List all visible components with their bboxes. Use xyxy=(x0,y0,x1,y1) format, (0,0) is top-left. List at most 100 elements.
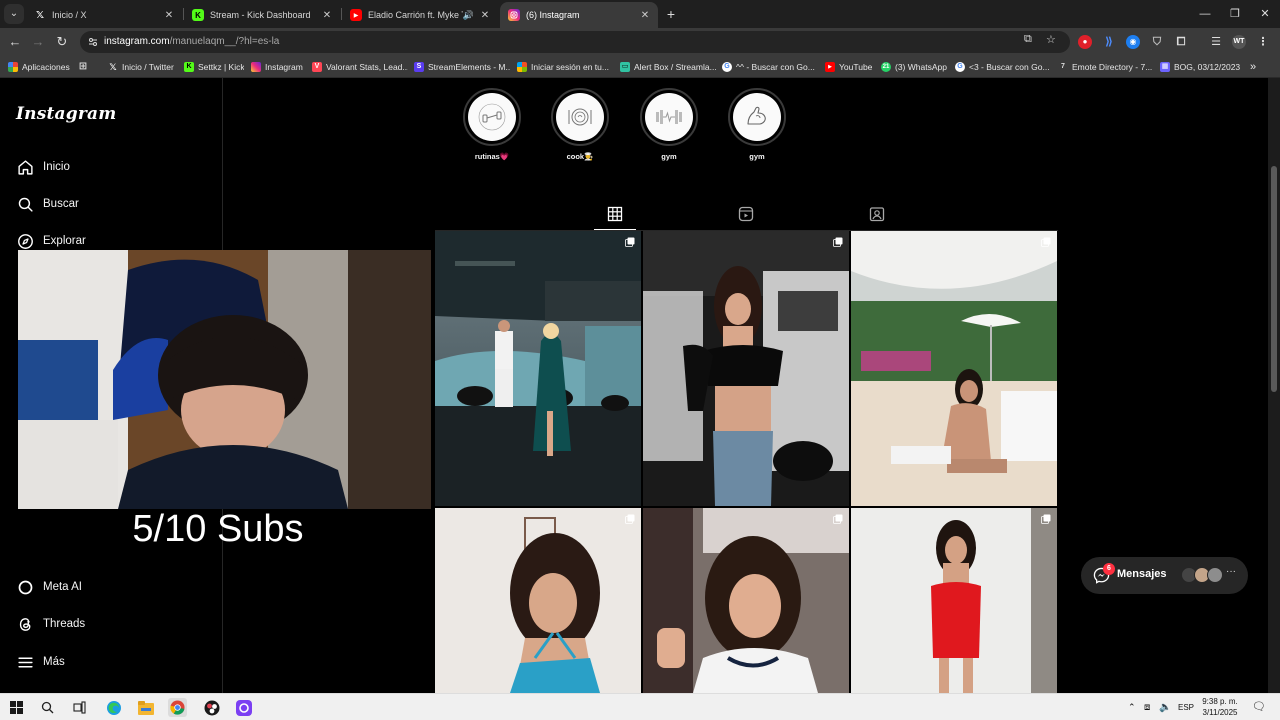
close-tab-icon[interactable]: ✕ xyxy=(162,10,176,21)
browser-tab-instagram[interactable]: (6) Instagram ✕ xyxy=(500,2,658,28)
tab-title: (6) Instagram xyxy=(526,10,580,20)
bookmark-bog[interactable]: ▦ BOG, 03/12/2023 xyxy=(1160,59,1240,75)
address-bar[interactable]: instagram.com/manuelaqm__/?hl=es-la xyxy=(80,31,1070,53)
bookmark-twitter[interactable]: 𝕏 Inicio / Twitter xyxy=(108,59,178,75)
reels-icon[interactable] xyxy=(738,206,754,222)
apps-icon xyxy=(8,62,18,72)
extension-red-icon[interactable]: ● xyxy=(1078,35,1092,49)
volume-icon[interactable]: 🔈 xyxy=(1159,694,1171,720)
bookmark-streamlabs[interactable]: ▭ Alert Box / Streamla... xyxy=(620,59,716,75)
forward-button[interactable]: → xyxy=(28,32,48,52)
carousel-icon xyxy=(625,237,635,247)
x-icon: 𝕏 xyxy=(109,62,117,72)
taskbar-clock[interactable]: 9:38 p. m. 3/11/2025 xyxy=(1195,696,1245,718)
scrollbar-thumb[interactable] xyxy=(1271,166,1277,392)
bookmark-label: <3 - Buscar con Go... xyxy=(969,62,1049,72)
bookmark-label: Instagram xyxy=(265,62,303,72)
highlight-cook[interactable]: cook👨‍🍳 xyxy=(551,88,609,161)
instagram-logo[interactable]: Instagram xyxy=(16,104,116,124)
bookmark-label: Valorant Stats, Lead... xyxy=(326,62,408,72)
messages-button[interactable]: 6 Mensajes ··· xyxy=(1081,557,1248,594)
bookmark-7tv[interactable]: 7 Emote Directory - 7... xyxy=(1058,59,1152,75)
post-tile[interactable] xyxy=(851,508,1057,693)
close-tab-icon[interactable]: ✕ xyxy=(320,10,334,21)
search-icon[interactable] xyxy=(38,698,57,717)
browser-tab-x[interactable]: 𝕏 Inicio / X ✕ xyxy=(26,2,182,28)
threads-icon xyxy=(16,615,34,633)
extensions-puzzle-icon[interactable]: ⧠ xyxy=(1174,35,1188,49)
tab-groups-button[interactable]: ⊞ xyxy=(78,59,94,75)
nav-threads[interactable]: Threads xyxy=(16,612,85,636)
bookmark-valorant[interactable]: V Valorant Stats, Lead... xyxy=(312,59,408,75)
notifications-icon[interactable]: 🗨 xyxy=(1252,694,1266,720)
bookmark-label: ^^ - Buscar con Go... xyxy=(736,62,815,72)
nav-search[interactable]: Buscar xyxy=(16,192,79,216)
post-image xyxy=(643,508,849,693)
grid-icon[interactable] xyxy=(607,206,623,222)
close-tab-icon[interactable]: ✕ xyxy=(478,10,492,21)
chrome-menu-icon[interactable]: ⋮ xyxy=(1256,35,1270,49)
browser-tab-kick[interactable]: K Stream - Kick Dashboard ✕ xyxy=(184,2,340,28)
file-explorer-icon[interactable] xyxy=(136,698,155,717)
bookmark-google-search-2[interactable]: G <3 - Buscar con Go... xyxy=(955,59,1049,75)
more-bookmarks-icon[interactable]: » xyxy=(1250,59,1264,75)
bookmark-apps[interactable]: Aplicaciones xyxy=(8,59,76,75)
highlight-gym-2[interactable]: gym xyxy=(728,88,786,161)
streaming-app-icon[interactable] xyxy=(234,698,253,717)
grid-icon: ⊞ xyxy=(78,61,88,72)
site-info-icon[interactable] xyxy=(88,37,98,47)
bookmark-star-icon[interactable]: ☆ xyxy=(1046,33,1056,46)
nav-home[interactable]: Inicio xyxy=(16,155,70,179)
carousel-icon xyxy=(833,514,843,524)
language-indicator[interactable]: ESP xyxy=(1178,694,1194,720)
nav-label: Meta AI xyxy=(43,581,82,593)
streamlabs-icon: ▭ xyxy=(620,62,630,72)
nav-meta-ai[interactable]: Meta AI xyxy=(16,575,82,599)
extension-shield-icon[interactable]: ⛉ xyxy=(1150,35,1164,49)
reload-button[interactable]: ↻ xyxy=(52,32,72,52)
bookmark-whatsapp[interactable]: 21 (3) WhatsApp xyxy=(881,59,947,75)
bookmark-google-search-1[interactable]: G ^^ - Buscar con Go... xyxy=(722,59,818,75)
network-icon[interactable]: ⧈ xyxy=(1144,694,1150,720)
tagged-icon[interactable] xyxy=(869,206,885,222)
tray-overflow-icon[interactable]: ⌃ xyxy=(1128,694,1136,720)
active-tab-indicator xyxy=(594,229,636,230)
page-scrollbar[interactable] xyxy=(1268,78,1280,693)
bookmark-instagram[interactable]: Instagram xyxy=(251,59,305,75)
extension-audio-icon[interactable]: ⟫ xyxy=(1102,35,1116,49)
profile-avatar[interactable]: WT xyxy=(1232,35,1246,49)
post-tile[interactable] xyxy=(643,508,849,693)
post-tile[interactable] xyxy=(435,508,641,693)
close-tab-icon[interactable]: ✕ xyxy=(638,10,652,21)
task-view-icon[interactable] xyxy=(70,698,89,717)
post-tile[interactable] xyxy=(851,231,1057,506)
highlight-gym-1[interactable]: gym xyxy=(640,88,698,161)
speaker-icon[interactable]: 🔊 xyxy=(463,10,474,21)
browser-tab-youtube[interactable]: ▶ Eladio Carrión ft. Myke Tow 🔊 ✕ xyxy=(342,2,498,28)
reading-list-icon[interactable]: ☰ xyxy=(1209,35,1223,49)
close-window-button[interactable]: ✕ xyxy=(1250,0,1280,28)
restore-button[interactable]: ❐ xyxy=(1220,0,1250,28)
windows-start-icon[interactable] xyxy=(7,698,26,717)
obs-icon[interactable] xyxy=(202,698,221,717)
nav-more[interactable]: Más xyxy=(16,650,65,674)
extension-blue-icon[interactable]: ◉ xyxy=(1126,35,1140,49)
highlight-rutinas[interactable]: rutinas💗 xyxy=(463,88,521,161)
bookmark-kick[interactable]: K Settkz | Kick xyxy=(184,59,244,75)
post-tile[interactable] xyxy=(435,231,641,506)
bookmark-youtube[interactable]: ▶ YouTube xyxy=(825,59,875,75)
minimize-button[interactable]: — xyxy=(1190,0,1220,28)
post-tile[interactable] xyxy=(643,231,849,506)
webcam-overlay xyxy=(18,250,431,509)
tab-search-button[interactable]: ⌄ xyxy=(4,4,24,24)
bookmark-streamelements[interactable]: S StreamElements - M... xyxy=(414,59,510,75)
windows-taskbar: ⌃ ⧈ 🔈 ESP 9:38 p. m. 3/11/2025 🗨 xyxy=(0,693,1280,720)
edge-icon[interactable] xyxy=(104,698,123,717)
install-app-icon[interactable]: ⧉ xyxy=(1024,33,1032,46)
bookmark-microsoft[interactable]: Iniciar sesión en tu... xyxy=(517,59,611,75)
flexed-arm-icon xyxy=(747,106,766,125)
chrome-icon[interactable] xyxy=(168,698,187,717)
kick-icon: K xyxy=(192,9,204,21)
back-button[interactable]: ← xyxy=(5,32,25,52)
new-tab-button[interactable]: + xyxy=(662,5,680,23)
